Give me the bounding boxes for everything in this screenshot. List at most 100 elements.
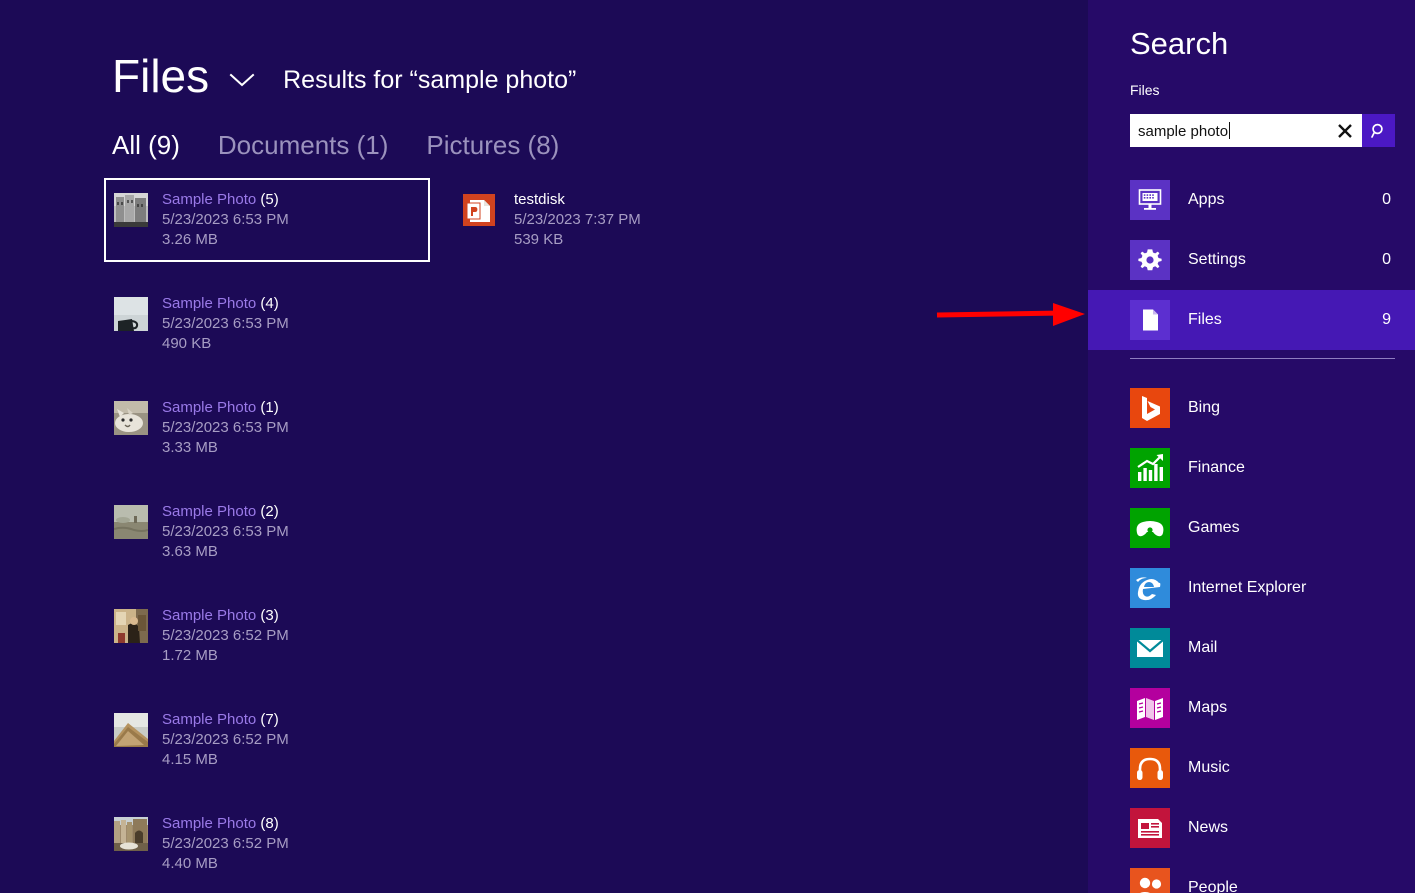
search-scope-label: Files xyxy=(1130,82,1160,98)
app-item-people[interactable]: People xyxy=(1088,858,1415,893)
file-date: 5/23/2023 6:53 PM xyxy=(162,211,289,228)
monitor-icon xyxy=(1130,180,1170,220)
app-item-internet-explorer[interactable]: Internet Explorer xyxy=(1088,558,1415,618)
app-item-mail[interactable]: Mail xyxy=(1088,618,1415,678)
file-meta: Sample Photo (1) 5/23/2023 6:53 PM 3.33 … xyxy=(162,398,289,458)
file-name: Sample Photo (3) xyxy=(162,607,279,624)
document-icon xyxy=(1130,300,1170,340)
newspaper-icon xyxy=(1130,808,1170,848)
file-size: 3.33 MB xyxy=(162,439,218,456)
file-result-item[interactable]: testdisk 5/23/2023 7:37 PM 539 KB xyxy=(452,178,778,262)
file-size: 4.15 MB xyxy=(162,751,218,768)
app-label: Mail xyxy=(1188,639,1218,656)
file-meta: Sample Photo (8) 5/23/2023 6:52 PM 4.40 … xyxy=(162,814,289,874)
app-label: Games xyxy=(1188,519,1240,536)
file-result-item[interactable]: Sample Photo (8) 5/23/2023 6:52 PM 4.40 … xyxy=(104,802,430,886)
file-name: testdisk xyxy=(514,191,565,208)
file-meta: Sample Photo (7) 5/23/2023 6:52 PM 4.15 … xyxy=(162,710,289,770)
scope-label: Files xyxy=(1188,311,1222,328)
file-size: 539 KB xyxy=(514,231,564,248)
search-results-screen: Files Results for “sample photo” All (9)… xyxy=(0,0,1415,893)
photo-interior-thumbnail xyxy=(114,609,148,643)
file-date: 5/23/2023 6:53 PM xyxy=(162,523,289,540)
app-item-games[interactable]: Games xyxy=(1088,498,1415,558)
text-caret xyxy=(1229,121,1231,139)
scope-count: 0 xyxy=(1382,251,1391,268)
file-result-item[interactable]: Sample Photo (3) 5/23/2023 6:52 PM 1.72 … xyxy=(104,594,430,678)
search-charm-panel: Search Files sample photo Apps 0 Setting… xyxy=(1088,0,1415,893)
tab-pictures[interactable]: Pictures (8) xyxy=(426,130,559,161)
close-icon[interactable] xyxy=(1328,114,1362,147)
tab-documents[interactable]: Documents (1) xyxy=(218,130,389,161)
photo-bw-cityscape-thumbnail xyxy=(114,193,148,227)
file-date: 5/23/2023 6:52 PM xyxy=(162,835,289,852)
file-result-item[interactable]: Sample Photo (5) 5/23/2023 6:53 PM 3.26 … xyxy=(104,178,430,262)
file-name: Sample Photo (5) xyxy=(162,191,279,208)
file-meta: Sample Photo (2) 5/23/2023 6:53 PM 3.63 … xyxy=(162,502,289,562)
envelope-icon xyxy=(1130,628,1170,668)
finance-chart-icon xyxy=(1130,448,1170,488)
app-item-news[interactable]: News xyxy=(1088,798,1415,858)
app-label: Finance xyxy=(1188,459,1245,476)
result-tabs: All (9) Documents (1) Pictures (8) xyxy=(112,130,597,161)
file-name: Sample Photo (7) xyxy=(162,711,279,728)
tab-all[interactable]: All (9) xyxy=(112,130,180,161)
file-date: 5/23/2023 7:37 PM xyxy=(514,211,641,228)
file-meta: Sample Photo (4) 5/23/2023 6:53 PM 490 K… xyxy=(162,294,289,354)
file-result-item[interactable]: Sample Photo (2) 5/23/2023 6:53 PM 3.63 … xyxy=(104,490,430,574)
results-column-photos: Sample Photo (5) 5/23/2023 6:53 PM 3.26 … xyxy=(104,178,434,893)
file-name: Sample Photo (1) xyxy=(162,399,279,416)
results-header: Files Results for “sample photo” xyxy=(112,48,576,104)
file-date: 5/23/2023 6:53 PM xyxy=(162,419,289,436)
photo-landscape-thumbnail xyxy=(114,505,148,539)
app-item-finance[interactable]: Finance xyxy=(1088,438,1415,498)
file-name: Sample Photo (2) xyxy=(162,503,279,520)
scope-count: 0 xyxy=(1382,191,1391,208)
search-icon[interactable] xyxy=(1362,114,1395,147)
scope-label: Apps xyxy=(1188,191,1225,208)
file-date: 5/23/2023 6:53 PM xyxy=(162,315,289,332)
app-label: Music xyxy=(1188,759,1230,776)
scope-label: Settings xyxy=(1188,251,1246,268)
photo-mug-fog-thumbnail xyxy=(114,297,148,331)
gear-icon xyxy=(1130,240,1170,280)
file-result-item[interactable]: Sample Photo (7) 5/23/2023 6:52 PM 4.15 … xyxy=(104,698,430,782)
app-label: People xyxy=(1188,879,1238,893)
results-area: Files Results for “sample photo” All (9)… xyxy=(0,0,1088,893)
file-size: 4.40 MB xyxy=(162,855,218,872)
results-for-label: Results for “sample photo” xyxy=(283,66,577,94)
file-name: Sample Photo (8) xyxy=(162,815,279,832)
app-label: News xyxy=(1188,819,1229,836)
chevron-down-icon[interactable] xyxy=(227,65,257,95)
divider xyxy=(1130,358,1395,359)
app-item-bing[interactable]: Bing xyxy=(1088,378,1415,438)
file-meta: Sample Photo (3) 5/23/2023 6:52 PM 1.72 … xyxy=(162,606,289,666)
scope-item-apps[interactable]: Apps 0 xyxy=(1088,170,1415,230)
scope-item-files[interactable]: Files 9 xyxy=(1088,290,1415,350)
file-date: 5/23/2023 6:52 PM xyxy=(162,627,289,644)
map-icon xyxy=(1130,688,1170,728)
file-result-item[interactable]: Sample Photo (1) 5/23/2023 6:53 PM 3.33 … xyxy=(104,386,430,470)
bing-icon xyxy=(1130,388,1170,428)
gamepad-icon xyxy=(1130,508,1170,548)
scope-count: 9 xyxy=(1382,311,1391,328)
app-label: Maps xyxy=(1188,699,1228,716)
file-size: 490 KB xyxy=(162,335,212,352)
photo-ruins-thumbnail xyxy=(114,817,148,851)
search-box[interactable]: sample photo xyxy=(1130,114,1395,147)
file-meta: Sample Photo (5) 5/23/2023 6:53 PM 3.26 … xyxy=(162,190,289,250)
app-label: Bing xyxy=(1188,399,1221,416)
search-input[interactable]: sample photo xyxy=(1130,121,1328,140)
scope-item-settings[interactable]: Settings 0 xyxy=(1088,230,1415,290)
powerpoint-document-icon xyxy=(462,191,500,229)
internet-explorer-icon xyxy=(1130,568,1170,608)
headphones-icon xyxy=(1130,748,1170,788)
file-meta: testdisk 5/23/2023 7:37 PM 539 KB xyxy=(514,190,641,250)
photo-animal-thumbnail xyxy=(114,401,148,435)
results-column-documents: testdisk 5/23/2023 7:37 PM 539 KB xyxy=(452,178,782,893)
app-item-music[interactable]: Music xyxy=(1088,738,1415,798)
people-icon xyxy=(1130,868,1170,893)
search-heading: Search xyxy=(1130,26,1229,61)
file-result-item[interactable]: Sample Photo (4) 5/23/2023 6:53 PM 490 K… xyxy=(104,282,430,366)
app-item-maps[interactable]: Maps xyxy=(1088,678,1415,738)
